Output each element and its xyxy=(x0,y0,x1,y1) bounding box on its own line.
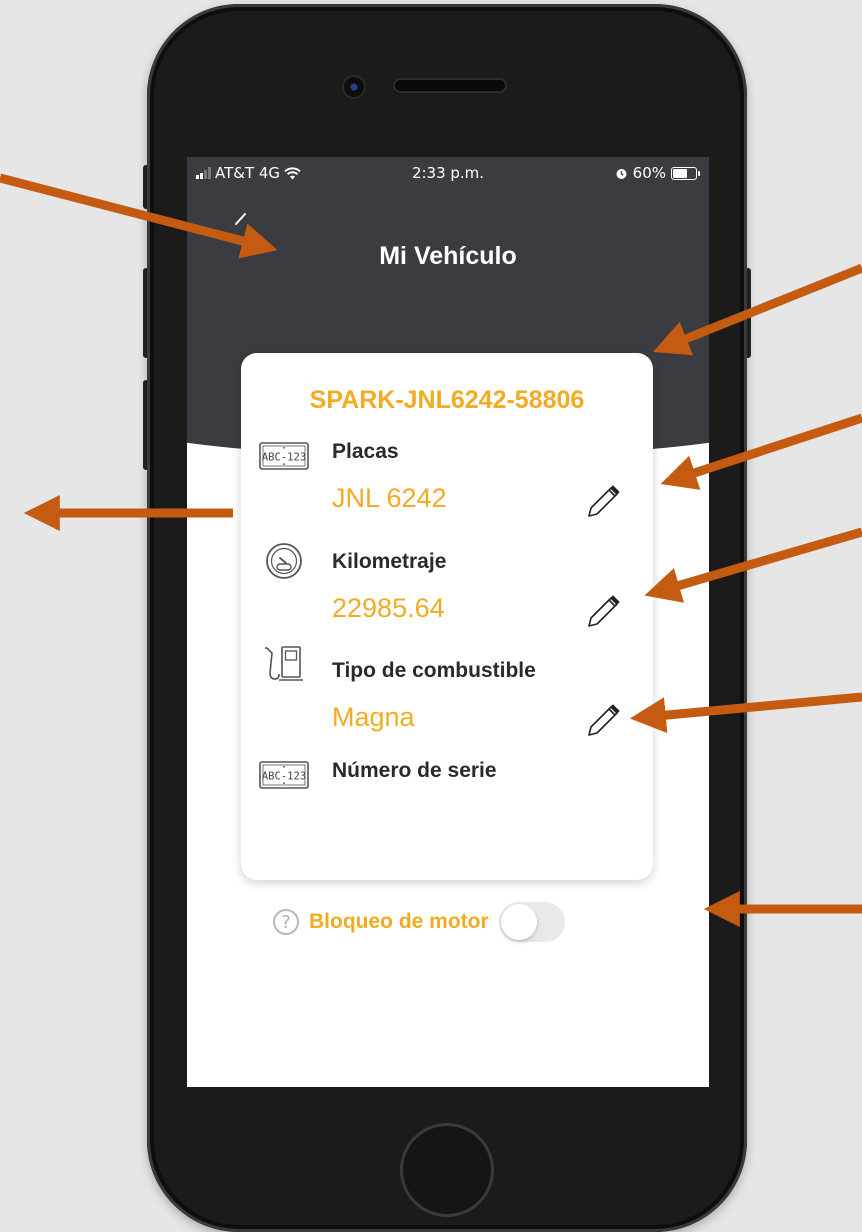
mileage-label: Kilometraje xyxy=(332,550,447,573)
fuel-type-label: Tipo de combustible xyxy=(332,659,536,682)
serial-number-label: Número de serie xyxy=(332,759,497,782)
engine-lock-toggle[interactable] xyxy=(498,902,565,942)
page-title: Mi Vehículo xyxy=(379,242,517,270)
toggle-knob xyxy=(500,904,537,940)
back-arrow-icon[interactable] xyxy=(231,212,251,232)
mockup-stage: AT&T 4G 2:33 p.m. 60% Mi Vehículo SPARK-… xyxy=(0,0,862,1232)
serial-plate-icon: ABC-123 xyxy=(259,761,309,789)
engine-lock-row: ? Bloqueo de motor xyxy=(273,902,565,942)
front-camera xyxy=(344,77,364,97)
help-question-icon[interactable]: ? xyxy=(273,909,299,935)
license-plate-icon: ABC-123 xyxy=(259,442,309,470)
plates-label: Placas xyxy=(332,440,399,463)
edit-plates-pencil-icon[interactable] xyxy=(582,480,622,520)
svg-text:ABC-123: ABC-123 xyxy=(262,771,306,783)
fuel-type-value: Magna xyxy=(332,702,415,732)
vehicle-card: SPARK-JNL6242-58806 ABC-123 Placas JNL 6… xyxy=(241,353,653,880)
status-bar: AT&T 4G 2:33 p.m. 60% xyxy=(187,157,709,189)
battery-icon xyxy=(671,166,700,180)
earpiece-speaker xyxy=(395,80,505,91)
mileage-value: 22985.64 xyxy=(332,593,445,623)
status-right: 60% xyxy=(615,164,700,182)
edit-fuel-type-pencil-icon[interactable] xyxy=(582,699,622,739)
edit-mileage-pencil-icon[interactable] xyxy=(582,590,622,630)
odometer-icon xyxy=(266,543,302,579)
plates-value: JNL 6242 xyxy=(332,483,447,513)
alarm-icon xyxy=(616,168,627,179)
app-screen: AT&T 4G 2:33 p.m. 60% Mi Vehículo SPARK-… xyxy=(187,157,709,1087)
battery-percent: 60% xyxy=(632,164,666,182)
svg-text:ABC-123: ABC-123 xyxy=(262,452,306,464)
fuel-pump-icon xyxy=(265,646,303,681)
engine-lock-label: Bloqueo de motor xyxy=(309,910,489,933)
vehicle-id: SPARK-JNL6242-58806 xyxy=(309,386,585,414)
home-button[interactable] xyxy=(400,1123,494,1217)
